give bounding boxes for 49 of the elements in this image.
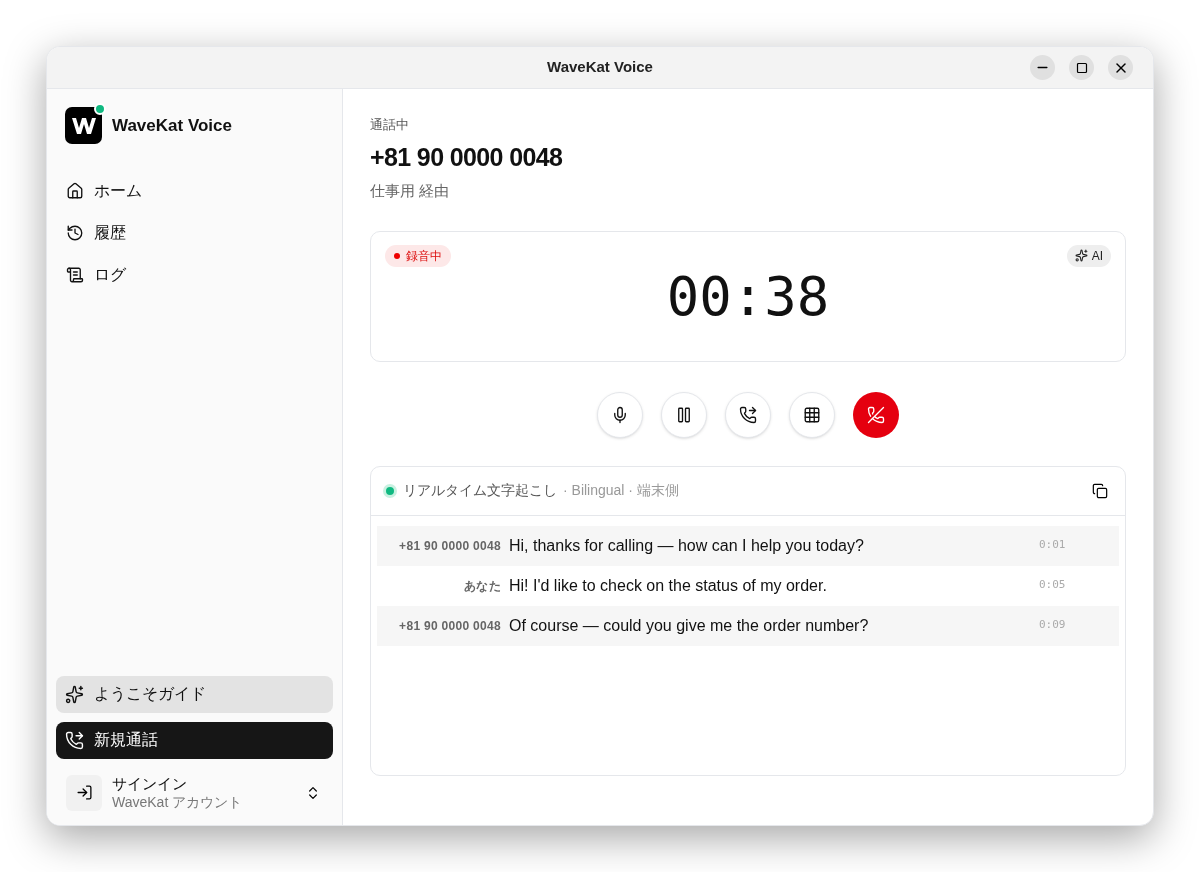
account-switcher[interactable]: サインイン WaveKat アカウント	[56, 774, 333, 811]
hold-button[interactable]	[661, 391, 707, 438]
w-mark-icon	[70, 115, 97, 136]
speaker-label: あなた	[463, 577, 502, 595]
scroll-icon	[66, 266, 84, 284]
nav-item[interactable]: ホーム	[56, 174, 333, 208]
mute-button[interactable]	[597, 391, 643, 438]
transcript-title: リアルタイム文字起こし	[403, 481, 557, 500]
window-title: WaveKat Voice	[547, 57, 653, 78]
call-status: 通話中	[370, 116, 410, 134]
account-subtitle: WaveKat アカウント	[112, 793, 244, 811]
speaker-label: +81 90 0000 0048	[398, 617, 502, 635]
maximize-icon	[1075, 61, 1088, 74]
speaker-label: +81 90 0000 0048	[398, 537, 502, 555]
microphone-icon	[611, 405, 629, 424]
welcome-guide-button[interactable]: ようこそガイド	[56, 675, 333, 713]
timestamp: 0:05	[1039, 577, 1067, 594]
nav-item[interactable]: 履歴	[56, 216, 333, 250]
sign-in-icon	[75, 784, 93, 802]
sparkles-icon	[65, 684, 84, 704]
home-icon	[66, 182, 84, 200]
transcript-meta: · Bilingual · 端末側	[563, 481, 679, 500]
new-call-button[interactable]: 新規通話	[56, 721, 333, 759]
pause-icon	[675, 405, 693, 424]
nav-item[interactable]: ログ	[56, 258, 333, 292]
hang-up-button[interactable]	[853, 391, 899, 438]
history-icon	[66, 224, 84, 242]
transfer-button[interactable]	[725, 391, 771, 438]
grid-icon	[803, 405, 821, 424]
transcript-text: Of course — could you give me the order number?	[509, 615, 870, 636]
ai-button[interactable]: AI	[1066, 244, 1111, 267]
close-button[interactable]	[1108, 55, 1133, 80]
call-route: 仕事用 経由	[370, 181, 451, 201]
timestamp: 0:09	[1039, 617, 1067, 634]
sparkles-icon	[1074, 249, 1088, 262]
recording-badge: 録音中	[385, 244, 451, 267]
transcript-text: Hi, thanks for calling — how can I help you today?	[509, 535, 865, 556]
phone-number: +81 90 0000 0048	[370, 141, 564, 173]
account-title: サインイン	[112, 774, 188, 794]
phone-off-icon	[867, 405, 885, 424]
call-timer: 00:38	[666, 263, 830, 330]
keypad-button[interactable]	[789, 391, 835, 438]
phone-forward-icon	[739, 405, 757, 424]
maximize-button[interactable]	[1069, 55, 1094, 80]
app-name: WaveKat Voice	[112, 114, 232, 137]
timestamp: 0:01	[1039, 537, 1067, 554]
phone-forward-icon	[65, 730, 84, 750]
copy-icon	[1092, 482, 1108, 499]
transcript-text: Hi! I'd like to check on the status of my order.	[509, 575, 828, 596]
